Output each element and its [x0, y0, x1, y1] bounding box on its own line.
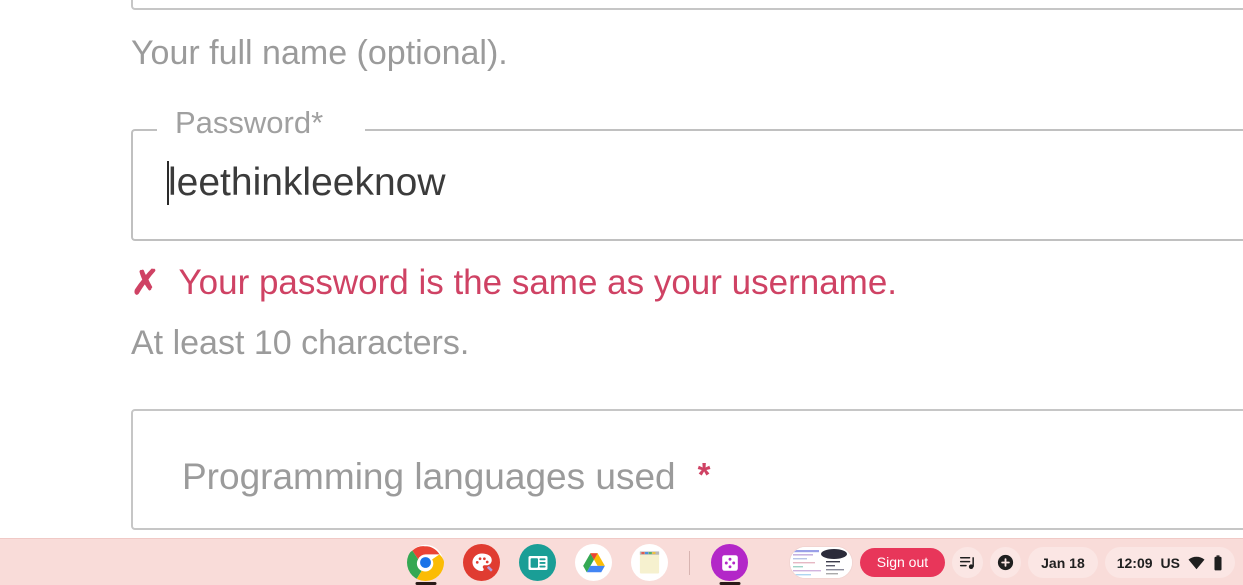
password-label: Password* — [175, 105, 324, 140]
chromeos-shelf: Sign out Jan 18 12:09 US — [0, 538, 1243, 585]
palette-icon — [463, 544, 500, 581]
fullname-hint: Your full name (optional). — [131, 34, 508, 72]
programming-languages-placeholder-row: Programming languages used * — [182, 455, 710, 499]
status-tray-button[interactable]: 12:09 US — [1104, 547, 1235, 578]
shelf-app-list — [406, 539, 749, 585]
programming-languages-placeholder: Programming languages used — [182, 456, 676, 497]
required-asterisk: * — [697, 456, 711, 493]
playlist-music-icon — [958, 553, 977, 572]
min-chars-hint: At least 10 characters. — [131, 324, 470, 362]
date-tray-button[interactable]: Jan 18 — [1028, 547, 1098, 578]
slides-icon — [519, 544, 556, 581]
password-input[interactable]: leethinkleeknow — [168, 159, 446, 207]
password-outline-left — [131, 129, 157, 241]
add-button[interactable] — [990, 547, 1022, 578]
drive-icon — [575, 544, 612, 581]
chrome-icon — [407, 544, 444, 581]
password-field[interactable]: Password* leethinkleeknow — [131, 105, 1243, 241]
plus-circle-icon — [996, 553, 1015, 572]
game-icon — [711, 544, 748, 581]
password-error: ✗ Your password is the same as your user… — [131, 261, 897, 305]
programming-languages-field[interactable]: Programming languages used * — [131, 409, 1243, 530]
password-error-text: Your password is the same as your userna… — [178, 263, 898, 302]
shelf-item-drive[interactable] — [574, 539, 613, 585]
shelf-item-keep[interactable] — [630, 539, 669, 585]
media-control-button[interactable] — [952, 547, 984, 578]
notepad-icon — [631, 544, 668, 581]
wifi-icon — [1188, 556, 1205, 570]
shelf-status-area: Sign out Jan 18 12:09 US — [788, 539, 1235, 585]
screen: Your full name (optional). Password* lee… — [0, 0, 1243, 585]
battery-icon — [1213, 554, 1223, 571]
date-label: Jan 18 — [1041, 554, 1085, 571]
clock-label: 12:09 — [1116, 554, 1153, 571]
username-field-cutoff[interactable] — [131, 0, 1243, 10]
shelf-item-game[interactable] — [710, 539, 749, 585]
sign-out-button[interactable]: Sign out — [859, 548, 946, 577]
page-content: Your full name (optional). Password* lee… — [0, 0, 1243, 538]
shelf-item-canvas[interactable] — [462, 539, 501, 585]
window-preview-thumbnail[interactable] — [788, 546, 853, 579]
shelf-separator — [689, 550, 690, 575]
shelf-item-slides[interactable] — [518, 539, 557, 585]
x-mark-icon: ✗ — [131, 264, 160, 302]
input-locale-label: US — [1160, 554, 1180, 571]
shelf-item-chrome[interactable] — [406, 539, 445, 585]
